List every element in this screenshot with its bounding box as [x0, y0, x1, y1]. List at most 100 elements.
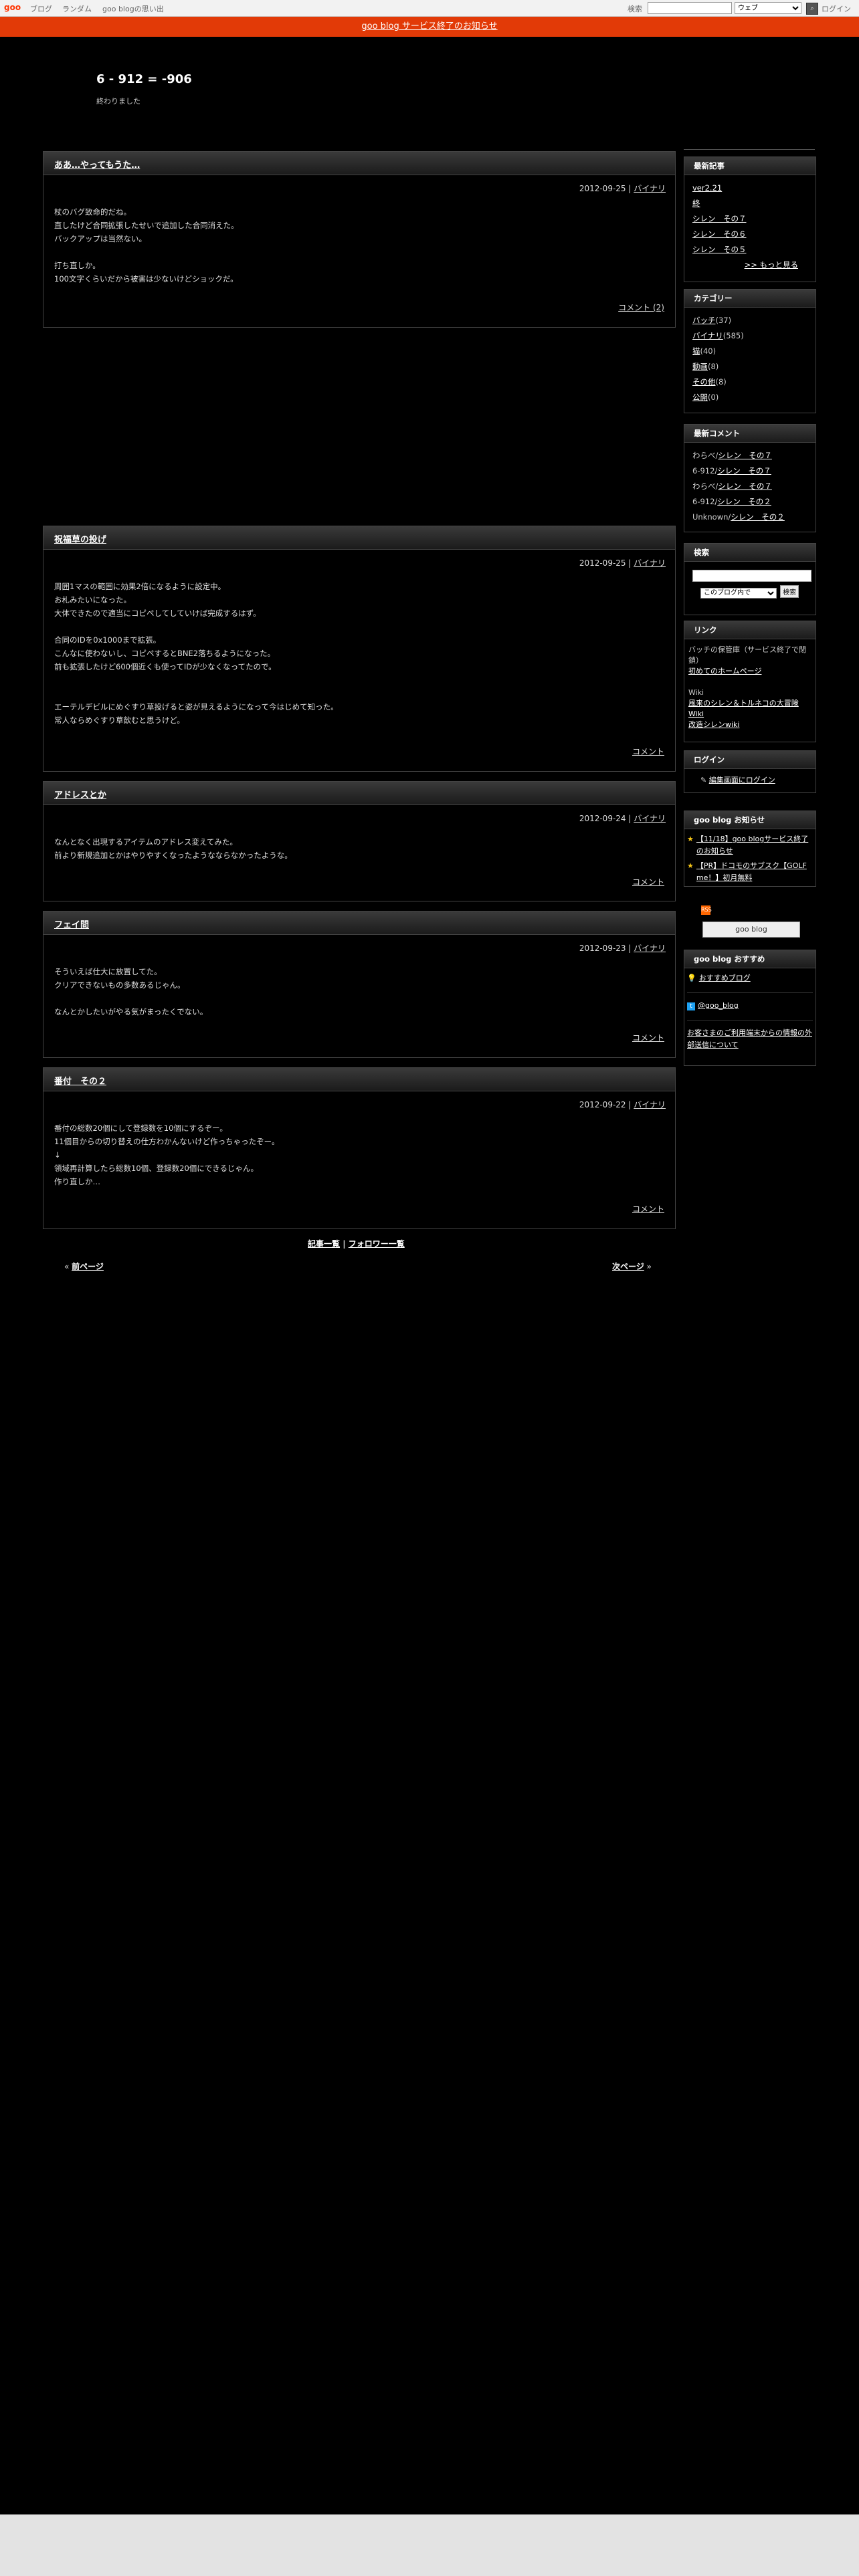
news-link[interactable]: 【PR】ドコモのサブスク【GOLF me！】初月無料 — [696, 860, 813, 884]
privacy-notice-link[interactable]: お客さまのご利用端末からの情報の外部送信について — [687, 1029, 812, 1049]
entry-line: なんとかしたいがやる気がまったくでない。 — [54, 1007, 208, 1016]
recent-post-link[interactable]: シレン その５ — [692, 245, 747, 254]
entry-title[interactable]: 番付 その２ — [54, 1074, 106, 1087]
recent-post-link[interactable]: シレン その６ — [692, 229, 747, 239]
nav-blog[interactable]: ブログ — [30, 3, 52, 14]
entry-body: 杖のバグ致命的だね。 直したけど合同拡張したせいで追加した合同消えた。 バックア… — [54, 205, 239, 286]
entry-line: なんとなく出現するアイテムのアドレス変えてみた。 — [54, 837, 237, 847]
entry-body: なんとなく出現するアイテムのアドレス変えてみた。 前より新規追加とかはやりやすく… — [54, 835, 292, 862]
recent-post-link[interactable]: 終 — [692, 199, 700, 208]
entry-body: 番付の総数20個にして登録数を10個にするぞー。 11個目からの切り替えの仕方わ… — [54, 1121, 280, 1188]
entry: フェイ問 2012-09-23 | バイナリ そういえば仕大に放置してた。 クリ… — [43, 911, 676, 1058]
entry-line — [54, 687, 339, 700]
entry-line: 杖のバグ致命的だね。 — [54, 207, 131, 217]
entry-footer: コメント — [632, 1032, 664, 1043]
entry-category[interactable]: バイナリ — [634, 184, 666, 193]
twitter-link[interactable]: @goo_blog — [698, 1001, 739, 1010]
external-link[interactable]: 改造シレンwiki — [688, 720, 739, 729]
entry-category[interactable]: バイナリ — [634, 814, 666, 823]
entry-footer: コメント (2) — [618, 302, 664, 313]
rss-icon[interactable]: RSS — [701, 905, 712, 915]
search-input[interactable] — [648, 2, 732, 14]
links-group-label: Wiki — [688, 688, 704, 697]
login-heading: ログイン — [684, 751, 816, 769]
blog-title[interactable]: 6 - 912 = -906 — [96, 72, 192, 86]
entry-date: 2012-09-22 — [579, 1100, 626, 1109]
blog-search-input[interactable] — [692, 570, 812, 582]
goo-blog-badge[interactable]: goo blog — [702, 922, 800, 938]
entry-title[interactable]: フェイ問 — [54, 918, 89, 930]
article-list-link[interactable]: 記事一覧 — [308, 1239, 340, 1249]
entry-body: そういえば仕大に放置してた。 クリアできないもの多数あるじゃん。 なんとかしたい… — [54, 965, 207, 1018]
follower-list-link[interactable]: フォロワー一覧 — [349, 1239, 405, 1249]
category-link[interactable]: 猫 — [692, 346, 700, 356]
search-icon: ⌕ — [810, 5, 814, 12]
category-link[interactable]: その他 — [692, 377, 716, 387]
search-button[interactable]: ⌕ — [806, 3, 818, 15]
entry-category[interactable]: バイナリ — [634, 558, 666, 568]
entry-line: 合同のIDを0x1000まで拡張。 — [54, 635, 161, 645]
recent-post-link[interactable]: シレン その７ — [692, 214, 747, 223]
footer-bar — [0, 2514, 859, 2576]
entry-header — [43, 1068, 675, 1091]
entry-line — [54, 245, 239, 259]
prev-page-link[interactable]: 前ページ — [72, 1262, 104, 1271]
external-link[interactable]: 初めてのホームページ — [688, 667, 761, 675]
entry-line: 大体できたので適当にコピペしてしていけば完成するはず。 — [54, 609, 261, 618]
nav-memories[interactable]: goo blogの思い出 — [102, 3, 164, 14]
news-link[interactable]: 【11/18】goo blogサービス終了のお知らせ — [696, 833, 813, 857]
entry-date: 2012-09-24 — [579, 814, 626, 823]
entry-title[interactable]: アドレスとか — [54, 788, 106, 800]
more-posts-link[interactable]: >> もっと見る — [745, 260, 798, 270]
entry-line: 作り直しか… — [54, 1177, 100, 1186]
comment-post-link[interactable]: シレン その７ — [717, 466, 771, 475]
nav-random[interactable]: ランダム — [62, 3, 92, 14]
entry: ああ…やってもうた… 2012-09-25 | バイナリ 杖のバグ致命的だね。 … — [43, 151, 676, 328]
entry-line: 打ち直しか。 — [54, 261, 100, 270]
comment-post-link[interactable]: シレン その２ — [731, 512, 785, 522]
entry-footer: コメント — [632, 746, 664, 757]
search-scope-select[interactable]: ウェブ — [735, 2, 801, 14]
blog-search-scope[interactable]: このブログ内で — [700, 587, 777, 599]
comment-post-link[interactable]: シレン その７ — [718, 451, 772, 460]
admin-login-link[interactable]: 編集画面にログイン — [709, 776, 775, 784]
blog-search-button[interactable]: 検索 — [780, 585, 799, 598]
pager-prev: « 前ページ — [64, 1262, 104, 1271]
comment-post-link[interactable]: シレン その２ — [717, 497, 771, 506]
recent-post-link[interactable]: ver2.21 — [692, 183, 722, 193]
comment-link[interactable]: コメント — [632, 747, 664, 756]
entry-title[interactable]: 祝福草の投げ — [54, 532, 106, 545]
category-link[interactable]: 動画 — [692, 362, 708, 371]
entry-category[interactable]: バイナリ — [634, 944, 666, 953]
entry-meta: 2012-09-23 | バイナリ — [579, 944, 666, 953]
blog-search-box: 検索 このブログ内で 検索 — [684, 543, 816, 615]
external-link[interactable]: 風来のシレン＆トルネコの大冒険 Wiki — [688, 699, 799, 718]
entry-line — [54, 992, 207, 1005]
pager-next: 次ページ » — [612, 1262, 652, 1271]
goo-logo[interactable]: goo — [4, 3, 21, 12]
search-label: 検索 — [628, 5, 642, 13]
service-notice-link[interactable]: goo blog サービス終了のお知らせ — [361, 21, 497, 31]
recommend-blog-link[interactable]: おすすめブログ — [699, 974, 751, 982]
entry-category[interactable]: バイナリ — [634, 1100, 666, 1109]
category-link[interactable]: バイナリ — [692, 331, 723, 340]
entry: 番付 その２ 2012-09-22 | バイナリ 番付の総数20個にして登録数を… — [43, 1067, 676, 1229]
comment-link[interactable]: コメント — [632, 1033, 664, 1043]
comment-post-link[interactable]: シレン その７ — [718, 481, 772, 491]
login-link[interactable]: ログイン — [822, 3, 851, 14]
comment-link[interactable]: コメント (2) — [618, 303, 664, 312]
pencil-icon: ✎ — [700, 776, 707, 784]
entry-line: お札みたいになった。 — [54, 595, 131, 605]
entry-title[interactable]: ああ…やってもうた… — [54, 158, 140, 171]
comment-link[interactable]: コメント — [632, 877, 664, 887]
comment-link[interactable]: コメント — [632, 1204, 664, 1214]
next-page-link[interactable]: 次ページ — [612, 1262, 644, 1271]
twitter-icon: t — [687, 1002, 695, 1010]
category-count: (37) — [715, 316, 732, 325]
category-link[interactable]: 公開 — [692, 393, 708, 402]
links-box: リンク バッチの保管庫（サービス終了で閉鎖） 初めてのホームページ Wiki 風… — [684, 621, 816, 742]
entry-header — [43, 526, 675, 550]
comment-author: わらべ — [692, 481, 716, 491]
entry-line: 100文字くらいだから被害は少ないけどショックだ。 — [54, 274, 238, 284]
category-link[interactable]: バッチ — [692, 316, 716, 325]
